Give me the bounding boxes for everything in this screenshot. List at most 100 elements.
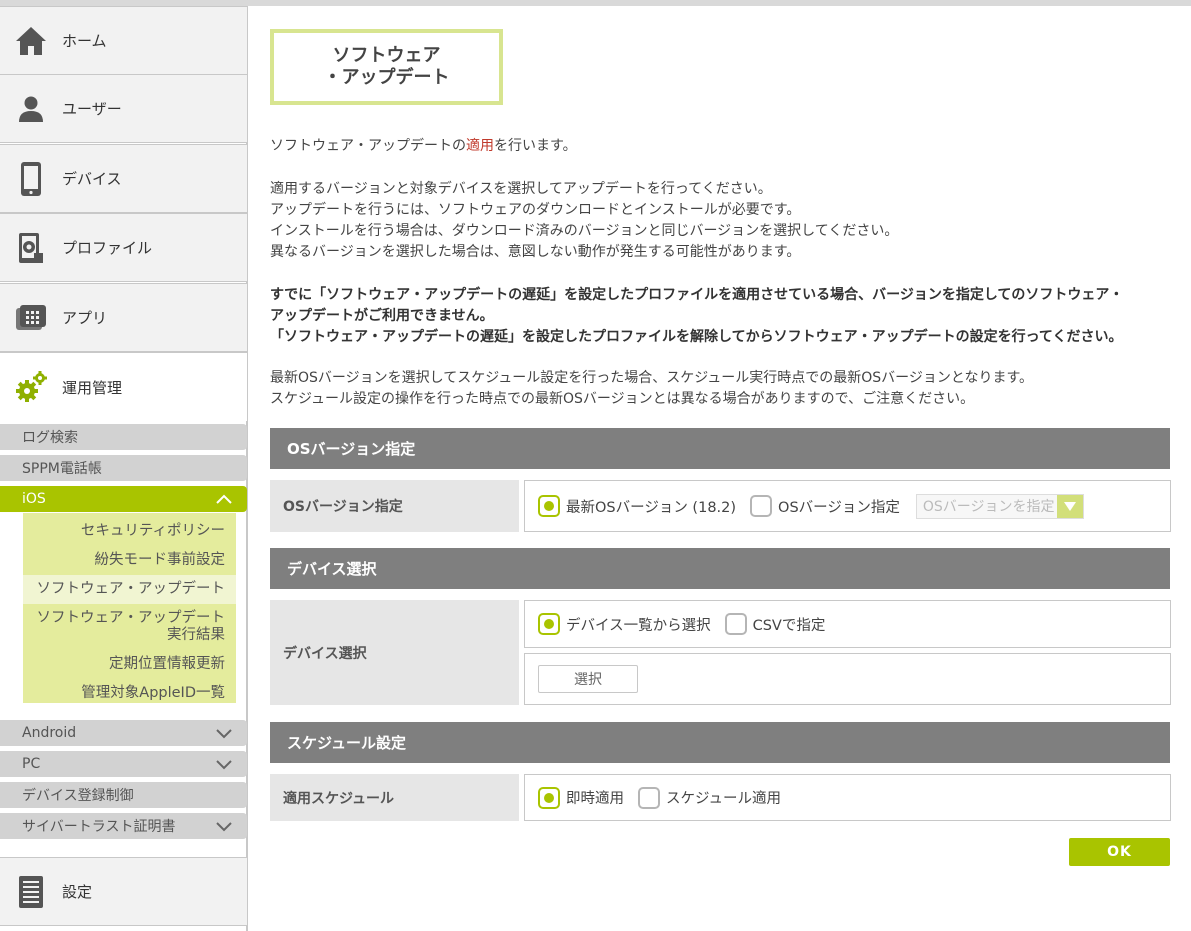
main-content: ソフトウェア ・アップデート ソフトウェア・アップデートの適用を行います。 適用…: [248, 6, 1191, 931]
sidebar-item-label: 運用管理: [62, 378, 123, 397]
sidebar-sub-pc[interactable]: PC: [0, 751, 247, 777]
app-icon: [0, 284, 62, 351]
ok-button[interactable]: OK: [1069, 838, 1170, 866]
sub-item-label: iOS: [22, 491, 46, 507]
sidebar-item-label: ホーム: [62, 32, 107, 50]
sidebar-sub-device-registration[interactable]: デバイス登録制御: [0, 782, 247, 808]
radio-indicator-unchecked: [724, 613, 747, 635]
sidebar-item-profile[interactable]: プロファイル: [0, 213, 247, 282]
radio-label: CSVで指定: [752, 617, 826, 634]
dropdown-arrow-icon: [1056, 494, 1083, 518]
note-line: 最新OSバージョンを選択してスケジュール設定を行った場合、スケジュール実行時点で…: [270, 370, 1034, 386]
radio-indicator-checked: [538, 786, 560, 809]
chevron-down-icon: [216, 760, 232, 770]
device-select-options: デバイス一覧から選択 CSVで指定: [524, 600, 1171, 648]
page-title-line1: ソフトウェア: [332, 45, 441, 66]
sidebar-item-home[interactable]: ホーム: [0, 6, 247, 75]
chevron-up-icon: [216, 494, 232, 504]
sidebar-item-label: デバイス: [62, 170, 122, 188]
radio-indicator-unchecked: [750, 495, 773, 517]
sub-item-label: Android: [22, 725, 77, 741]
ios-link-software-update[interactable]: ソフトウェア・アップデート: [23, 575, 236, 604]
radio-label: 即時適用: [566, 791, 624, 807]
radio-apply-now[interactable]: 即時適用: [538, 786, 624, 809]
sidebar-item-label: ユーザー: [62, 100, 122, 118]
select-devices-button[interactable]: 選択: [538, 665, 638, 693]
ios-link-location-update[interactable]: 定期位置情報更新: [109, 656, 225, 673]
radio-label: スケジュール適用: [666, 791, 781, 807]
schedule-section-header: スケジュール設定: [270, 722, 1170, 763]
radio-indicator-unchecked: [638, 786, 660, 809]
schedule-note-text: 最新OSバージョンを選択してスケジュール設定を行った場合、スケジュール実行時点で…: [270, 368, 1033, 410]
os-version-label: OSバージョン指定: [270, 480, 519, 532]
user-icon: [0, 75, 62, 142]
os-version-section-header: OSバージョン指定: [270, 428, 1170, 469]
page-title: ソフトウェア ・アップデート: [270, 29, 503, 105]
sub-item-label: SPPM電話帳: [22, 461, 102, 477]
gears-icon: [0, 353, 62, 421]
radio-specify-os[interactable]: OSバージョン指定: [750, 495, 900, 517]
intro-text-pre: ソフトウェア・アップデートの: [270, 138, 466, 154]
intro-text: ソフトウェア・アップデートの適用を行います。: [270, 136, 577, 157]
sidebar-item-label: プロファイル: [62, 239, 153, 257]
ios-submenu: セキュリティポリシー 紛失モード事前設定 ソフトウェア・アップデート ソフトウェ…: [23, 513, 236, 703]
radio-apply-schedule[interactable]: スケジュール適用: [638, 786, 781, 809]
profile-gear-icon: [0, 214, 62, 281]
ios-link-security-policy[interactable]: セキュリティポリシー: [81, 523, 225, 540]
sidebar-sub-android[interactable]: Android: [0, 720, 247, 746]
smartphone-icon: [0, 145, 62, 212]
home-icon: [0, 7, 62, 74]
instruction-line: インストールを行う場合は、ダウンロード済みのバージョンと同じバージョンを選択して…: [270, 223, 899, 239]
radio-device-list[interactable]: デバイス一覧から選択: [538, 613, 711, 635]
sidebar-sub-log-search[interactable]: ログ検索: [0, 424, 247, 450]
ios-link-lost-mode[interactable]: 紛失モード事前設定: [95, 552, 226, 569]
sidebar-item-operation[interactable]: 運用管理: [0, 352, 247, 421]
sub-item-label: PC: [22, 756, 41, 772]
note-line: スケジュール設定の操作を行った時点での最新OSバージョンとは異なる場合があります…: [270, 391, 975, 407]
sub-item-label: デバイス登録制御: [22, 788, 134, 804]
sidebar-sub-sppm[interactable]: SPPM電話帳: [0, 455, 247, 481]
warning-line: アップデートがご利用できません。: [270, 308, 494, 324]
radio-csv[interactable]: CSVで指定: [724, 613, 826, 635]
radio-indicator-checked: [538, 613, 560, 635]
chevron-down-icon: [216, 822, 232, 832]
ios-link-managed-appleid[interactable]: 管理対象AppleID一覧: [81, 685, 225, 702]
sidebar-item-app[interactable]: アプリ: [0, 283, 247, 352]
sub-item-label: ログ検索: [22, 430, 78, 446]
instruction-line: 異なるバージョンを選択した場合は、意図しない動作が発生する可能性があります。: [270, 244, 801, 260]
ios-link-update-result[interactable]: ソフトウェア・アップデート 実行結果: [37, 610, 226, 644]
warning-line: 「ソフトウェア・アップデートの遅延」を設定したプロファイルを解除してからソフトウ…: [270, 329, 1123, 345]
sidebar-sub-cybertrust[interactable]: サイバートラスト証明書: [0, 813, 247, 839]
instruction-line: 適用するバージョンと対象デバイスを選択してアップデートを行ってください。: [270, 181, 772, 197]
sidebar-item-user[interactable]: ユーザー: [0, 74, 247, 143]
schedule-options: 即時適用 スケジュール適用: [524, 774, 1171, 821]
warning-text: すでに「ソフトウェア・アップデートの遅延」を設定したプロファイルを適用させている…: [270, 285, 1123, 348]
schedule-label: 適用スケジュール: [270, 774, 519, 821]
ios-link-update-result-line2: 実行結果: [167, 627, 225, 643]
chevron-down-icon: [216, 729, 232, 739]
os-version-options: 最新OSバージョン (18.2) OSバージョン指定 OSバージョンを指定: [524, 480, 1171, 532]
instruction-line: アップデートを行うには、ソフトウェアのダウンロードとインストールが必要です。: [270, 202, 801, 218]
document-icon: [0, 858, 62, 925]
sidebar-item-device[interactable]: デバイス: [0, 144, 247, 213]
sub-item-label: サイバートラスト証明書: [22, 819, 176, 835]
device-select-label: デバイス選択: [270, 600, 519, 705]
device-select-action: 選択: [524, 653, 1171, 705]
os-version-select-placeholder: OSバージョンを指定: [922, 499, 1055, 515]
intro-text-highlight: 適用: [466, 138, 494, 154]
radio-label: デバイス一覧から選択: [566, 617, 711, 634]
ios-link-update-result-line1: ソフトウェア・アップデート: [36, 610, 226, 626]
device-section-header: デバイス選択: [270, 548, 1170, 589]
sidebar-sub-ios[interactable]: iOS: [0, 486, 247, 512]
sidebar-item-label: アプリ: [62, 309, 108, 327]
radio-latest-os[interactable]: 最新OSバージョン (18.2): [538, 495, 736, 517]
radio-label: 最新OSバージョン (18.2): [566, 499, 737, 516]
radio-indicator-checked: [538, 495, 560, 517]
instructions-text: 適用するバージョンと対象デバイスを選択してアップデートを行ってください。 アップ…: [270, 179, 898, 263]
os-version-select[interactable]: OSバージョンを指定: [915, 493, 1084, 519]
warning-line: すでに「ソフトウェア・アップデートの遅延」を設定したプロファイルを適用させている…: [270, 287, 1124, 303]
sidebar-item-settings[interactable]: 設定: [0, 857, 247, 926]
page-title-line2: ・アップデート: [323, 67, 450, 88]
sidebar-item-label: 設定: [62, 883, 93, 901]
radio-label: OSバージョン指定: [778, 499, 900, 516]
